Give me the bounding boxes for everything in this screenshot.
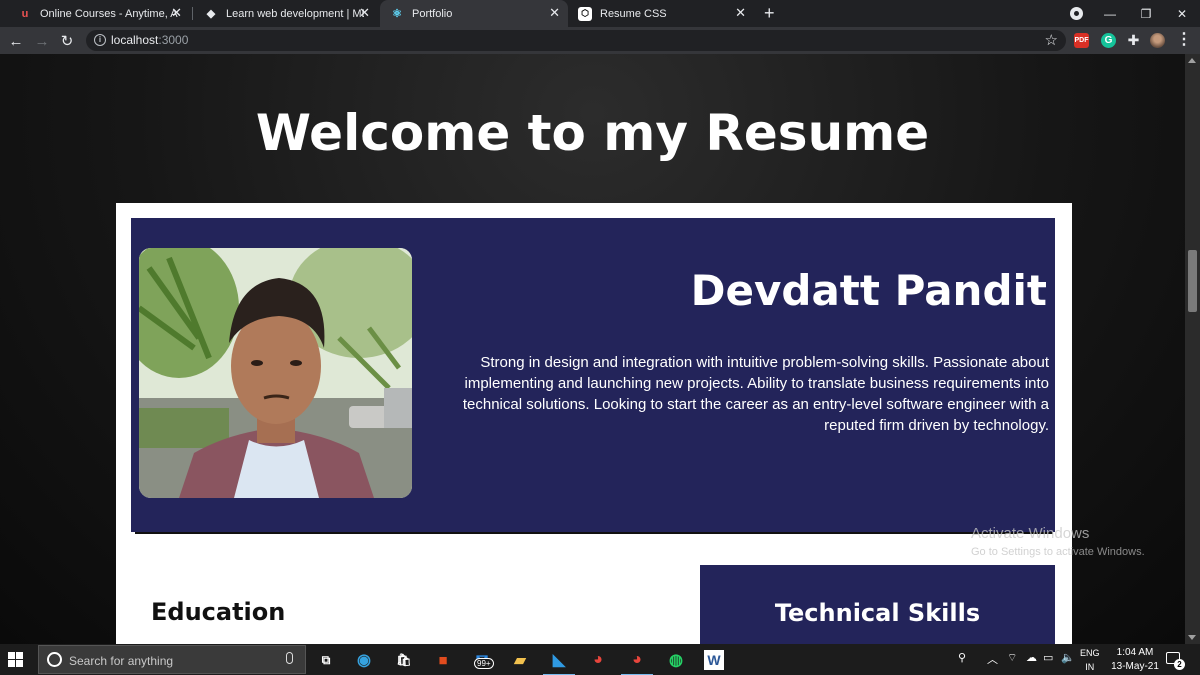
people-icon[interactable]: ⚲ bbox=[958, 651, 966, 664]
cortana-icon bbox=[47, 652, 62, 667]
volume-icon[interactable]: 🔈 bbox=[1061, 651, 1075, 664]
office-icon[interactable]: ■ bbox=[433, 650, 453, 670]
mdn-icon: ◆ bbox=[206, 8, 216, 20]
language-indicator[interactable]: ENG IN bbox=[1080, 646, 1100, 674]
clock-date: 13-May-21 bbox=[1111, 661, 1159, 672]
minimize-button[interactable]: — bbox=[1092, 0, 1128, 27]
word-icon[interactable]: W bbox=[704, 650, 724, 670]
microphone-icon[interactable] bbox=[286, 652, 293, 664]
resume-summary: Strong in design and integration with in… bbox=[462, 354, 1049, 434]
bookmark-star-icon[interactable]: ☆ bbox=[1045, 31, 1058, 49]
edge-icon[interactable]: ◉ bbox=[354, 650, 374, 670]
close-icon[interactable]: ✕ bbox=[171, 6, 182, 20]
kebab-menu-icon[interactable]: ⋮ bbox=[1176, 32, 1192, 48]
taskbar-search[interactable]: Search for anything bbox=[38, 645, 306, 674]
maximize-button[interactable]: ❐ bbox=[1128, 0, 1164, 27]
tab-title: Portfolio bbox=[412, 7, 453, 20]
close-icon[interactable]: ✕ bbox=[549, 6, 560, 20]
tab-mdn[interactable]: ◆ Learn web development | MDN ✕ bbox=[194, 0, 378, 27]
tab-title: Resume CSS bbox=[600, 7, 667, 20]
close-icon[interactable]: ✕ bbox=[359, 6, 370, 20]
tab-title: Learn web development | MDN bbox=[226, 7, 364, 20]
close-window-button[interactable]: ✕ bbox=[1164, 0, 1200, 27]
resume-name: Devdatt Pandit bbox=[690, 266, 1047, 315]
watermark-title: Activate Windows bbox=[971, 525, 1090, 542]
forward-arrow-icon[interactable]: → bbox=[32, 31, 52, 51]
skills-panel: Technical Skills bbox=[700, 565, 1055, 644]
tab-udemy[interactable]: u Online Courses - Anytime, Anywhere ✕ bbox=[8, 0, 190, 27]
scroll-up-arrow-icon[interactable] bbox=[1188, 58, 1196, 63]
vscode-icon[interactable]: ◣ bbox=[543, 650, 575, 675]
extensions-puzzle-icon[interactable]: ✚ bbox=[1126, 33, 1141, 48]
taskbar-clock[interactable]: 1:04 AM 13-May-21 bbox=[1105, 646, 1165, 674]
close-icon[interactable]: ✕ bbox=[735, 6, 746, 20]
whatsapp-icon[interactable]: ◍ bbox=[666, 650, 686, 670]
education-heading: Education bbox=[151, 598, 286, 626]
tab-resume-css[interactable]: ⬡ Resume CSS ✕ bbox=[568, 0, 754, 27]
url-text: localhost:3000 bbox=[111, 33, 188, 47]
language-code: ENG bbox=[1080, 648, 1100, 658]
chrome-profile-icon[interactable]: ◕ bbox=[621, 650, 653, 675]
codepen-icon: ⬡ bbox=[578, 6, 592, 21]
page-title: Welcome to my Resume bbox=[255, 104, 930, 162]
onedrive-icon[interactable]: ☁ bbox=[1026, 651, 1037, 664]
tab-title: Online Courses - Anytime, Anywhere bbox=[40, 7, 178, 20]
url-host: localhost bbox=[111, 33, 159, 47]
profile-avatar[interactable] bbox=[1150, 33, 1165, 48]
page-scrollbar[interactable] bbox=[1185, 54, 1200, 644]
clock-time: 1:04 AM bbox=[1116, 647, 1154, 658]
battery-icon[interactable]: ▭ bbox=[1043, 651, 1053, 664]
tab-strip: u Online Courses - Anytime, Anywhere ✕ ◆… bbox=[0, 0, 1200, 27]
browser-toolbar: ← → ↻ i localhost:3000 ☆ PDF G ✚ ⋮ bbox=[0, 27, 1200, 54]
mail-unread-badge: 99+ bbox=[474, 658, 494, 669]
network-icon[interactable]: ⌔ bbox=[1007, 651, 1017, 665]
profile-icon[interactable] bbox=[1070, 7, 1083, 20]
reload-icon[interactable]: ↻ bbox=[57, 31, 77, 51]
udemy-icon: u bbox=[21, 7, 29, 20]
chevron-up-icon[interactable]: ︿ bbox=[987, 651, 998, 667]
activate-windows-watermark: Activate Windows Go to Settings to activ… bbox=[971, 525, 1145, 558]
windows-start-icon[interactable] bbox=[8, 652, 24, 668]
grammarly-extension-icon[interactable]: G bbox=[1101, 33, 1116, 48]
url-port: :3000 bbox=[158, 33, 189, 47]
scroll-down-arrow-icon[interactable] bbox=[1188, 635, 1196, 640]
address-bar[interactable]: i localhost:3000 ☆ bbox=[86, 30, 1066, 51]
resume-card: Devdatt Pandit Strong in design and inte… bbox=[116, 203, 1072, 644]
windows-taskbar: Search for anything ⧉ ◉ 🛍 ■ ✉ ▰ ◣ ◕ ◕ ◍ … bbox=[0, 644, 1200, 675]
scrollbar-thumb[interactable] bbox=[1188, 250, 1197, 312]
skills-heading: Technical Skills bbox=[774, 599, 981, 627]
react-icon: ⚛ bbox=[392, 8, 402, 20]
store-icon[interactable]: 🛍 bbox=[394, 650, 414, 670]
back-arrow-icon[interactable]: ← bbox=[6, 31, 26, 51]
file-explorer-icon[interactable]: ▰ bbox=[510, 650, 530, 670]
new-tab-button[interactable]: + bbox=[764, 3, 775, 24]
chrome-icon[interactable]: ◕ bbox=[588, 650, 608, 670]
task-view-icon[interactable]: ⧉ bbox=[316, 650, 336, 670]
notification-count-badge: 2 bbox=[1174, 659, 1185, 670]
tab-separator bbox=[192, 7, 193, 20]
resume-body: Education Technical Skills bbox=[135, 532, 1055, 644]
profile-photo-illustration bbox=[139, 248, 412, 498]
region-code: IN bbox=[1085, 662, 1095, 672]
tab-portfolio[interactable]: ⚛ Portfolio ✕ bbox=[380, 0, 568, 27]
profile-photo bbox=[139, 248, 412, 498]
search-placeholder: Search for anything bbox=[69, 654, 174, 668]
info-icon[interactable]: i bbox=[94, 34, 106, 46]
resume-header: Devdatt Pandit Strong in design and inte… bbox=[131, 218, 1055, 532]
pdf-extension-icon[interactable]: PDF bbox=[1074, 33, 1089, 48]
watermark-subtitle: Go to Settings to activate Windows. bbox=[971, 546, 1145, 558]
